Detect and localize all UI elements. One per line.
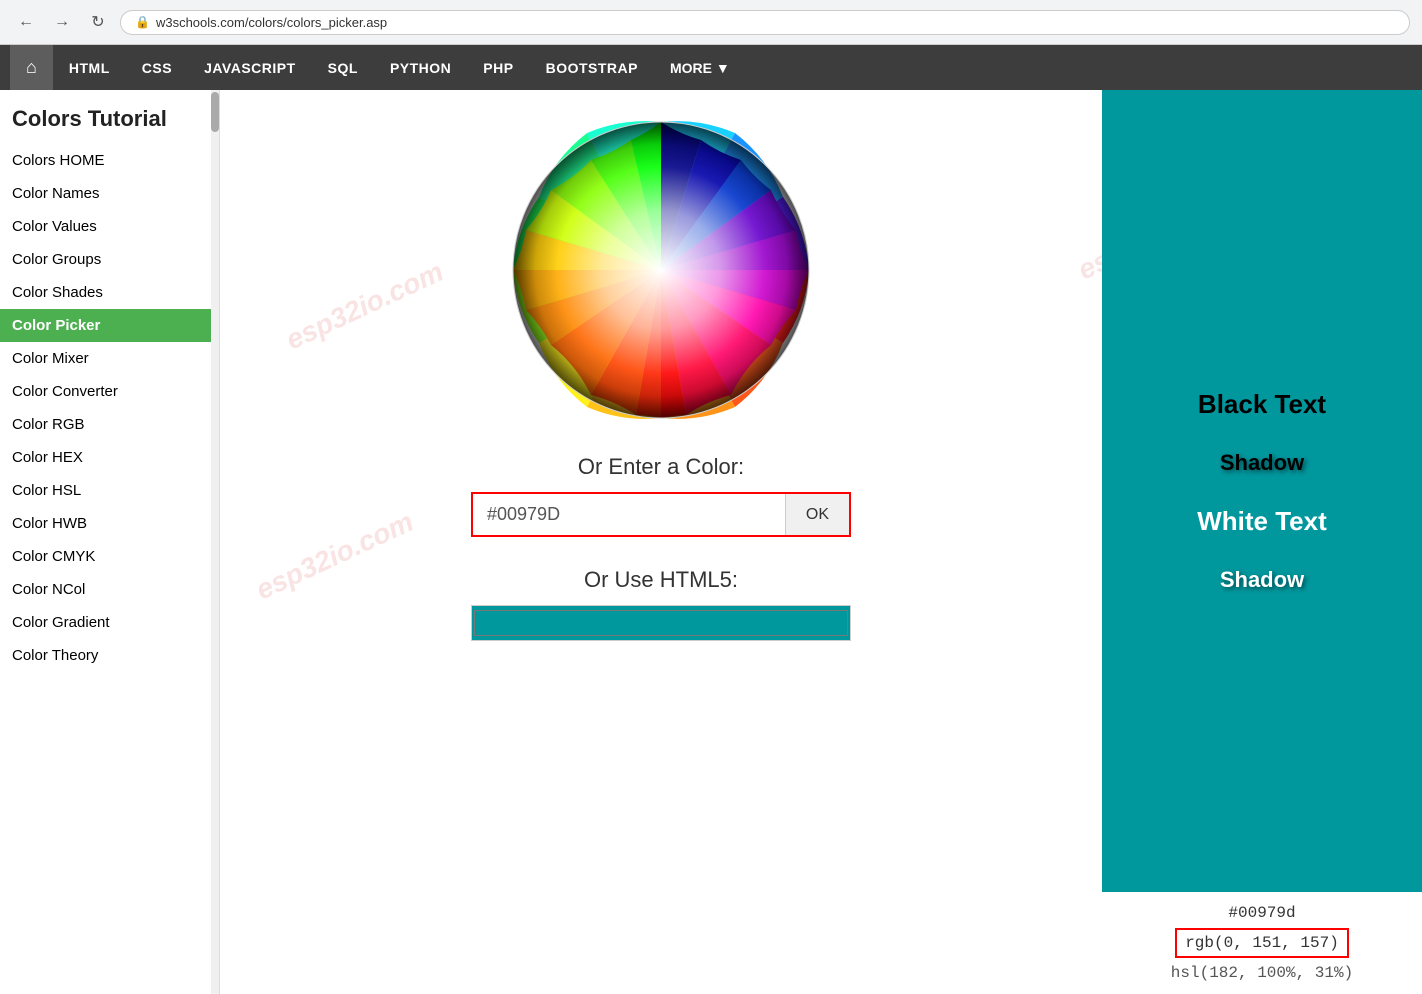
color-hex-value: #00979d bbox=[1118, 904, 1406, 922]
html5-label: Or Use HTML5: bbox=[471, 567, 851, 593]
html5-slider-container bbox=[471, 605, 851, 641]
nav-more[interactable]: MORE ▼ bbox=[654, 48, 746, 88]
sidebar-item-color-gradient[interactable]: Color Gradient bbox=[0, 606, 219, 639]
browser-chrome: ← → ↻ 🔒 w3schools.com/colors/colors_pick… bbox=[0, 0, 1422, 45]
scrollbar[interactable] bbox=[211, 90, 219, 994]
sidebar-item-color-picker[interactable]: Color Picker bbox=[0, 309, 219, 342]
sidebar-item-color-ncol[interactable]: Color NCol bbox=[0, 573, 219, 606]
sidebar-item-color-theory[interactable]: Color Theory bbox=[0, 639, 219, 672]
sidebar-item-color-shades[interactable]: Color Shades bbox=[0, 276, 219, 309]
color-wheel-svg[interactable] bbox=[501, 110, 821, 430]
nav-css[interactable]: CSS bbox=[126, 48, 188, 88]
sidebar-item-color-values[interactable]: Color Values bbox=[0, 210, 219, 243]
sidebar-item-color-hwb[interactable]: Color HWB bbox=[0, 507, 219, 540]
nav-html[interactable]: HTML bbox=[53, 48, 126, 88]
sidebar-item-color-rgb[interactable]: Color RGB bbox=[0, 408, 219, 441]
nav-sql[interactable]: SQL bbox=[312, 48, 374, 88]
color-rgb-value: rgb(0, 151, 157) bbox=[1175, 928, 1349, 958]
home-button[interactable]: ⌂ bbox=[10, 45, 53, 90]
html5-section: Or Use HTML5: bbox=[471, 567, 851, 641]
sidebar-item-color-names[interactable]: Color Names bbox=[0, 177, 219, 210]
sidebar-item-color-mixer[interactable]: Color Mixer bbox=[0, 342, 219, 375]
forward-button[interactable]: → bbox=[48, 8, 76, 36]
sidebar-title: Colors Tutorial bbox=[0, 90, 219, 144]
sidebar-item-color-converter[interactable]: Color Converter bbox=[0, 375, 219, 408]
sidebar-item-colors-home[interactable]: Colors HOME bbox=[0, 144, 219, 177]
nav-php[interactable]: PHP bbox=[467, 48, 529, 88]
scrollbar-thumb bbox=[211, 92, 219, 132]
shadow-demo-white-2: Shadow bbox=[1220, 567, 1304, 593]
shadow-demo-black-1: Shadow bbox=[1220, 450, 1304, 476]
sidebar-item-color-groups[interactable]: Color Groups bbox=[0, 243, 219, 276]
watermark-1: esp32io.com bbox=[281, 256, 448, 357]
sidebar-item-color-cmyk[interactable]: Color CMYK bbox=[0, 540, 219, 573]
white-text-demo: White Text bbox=[1197, 506, 1327, 537]
top-nav: ⌂ HTML CSS JAVASCRIPT SQL PYTHON PHP BOO… bbox=[0, 45, 1422, 90]
sidebar-item-color-hex[interactable]: Color HEX bbox=[0, 441, 219, 474]
watermark-2: esp32io.com bbox=[251, 506, 418, 607]
sidebar: Colors Tutorial Colors HOME Color Names … bbox=[0, 90, 220, 994]
color-wheel-container[interactable] bbox=[501, 110, 821, 434]
layout: Colors Tutorial Colors HOME Color Names … bbox=[0, 90, 1422, 994]
black-text-demo: Black Text bbox=[1198, 389, 1326, 420]
sidebar-item-color-hsl[interactable]: Color HSL bbox=[0, 474, 219, 507]
back-button[interactable]: ← bbox=[12, 8, 40, 36]
enter-color-section: Or Enter a Color: OK bbox=[471, 454, 851, 537]
lock-icon: 🔒 bbox=[135, 15, 150, 29]
url-text: w3schools.com/colors/colors_picker.asp bbox=[156, 15, 387, 30]
main-content: esp32io.com esp32io.com bbox=[220, 90, 1102, 994]
ok-button[interactable]: OK bbox=[785, 494, 849, 535]
color-values: #00979d rgb(0, 151, 157) hsl(182, 100%, … bbox=[1102, 892, 1422, 994]
enter-color-label: Or Enter a Color: bbox=[471, 454, 851, 480]
color-hsl-value: hsl(182, 100%, 31%) bbox=[1118, 964, 1406, 982]
right-panel: esp32io.com esp32io.com Black Text Shado… bbox=[1102, 90, 1422, 994]
nav-javascript[interactable]: JAVASCRIPT bbox=[188, 48, 312, 88]
nav-bootstrap[interactable]: BOOTSTRAP bbox=[530, 48, 654, 88]
html5-color-input[interactable] bbox=[471, 605, 851, 641]
address-bar[interactable]: 🔒 w3schools.com/colors/colors_picker.asp bbox=[120, 10, 1410, 35]
nav-python[interactable]: PYTHON bbox=[374, 48, 467, 88]
color-input[interactable] bbox=[473, 494, 785, 535]
reload-button[interactable]: ↻ bbox=[84, 8, 112, 36]
color-input-row: OK bbox=[471, 492, 851, 537]
color-preview: Black Text Shadow White Text Shadow bbox=[1102, 90, 1422, 892]
